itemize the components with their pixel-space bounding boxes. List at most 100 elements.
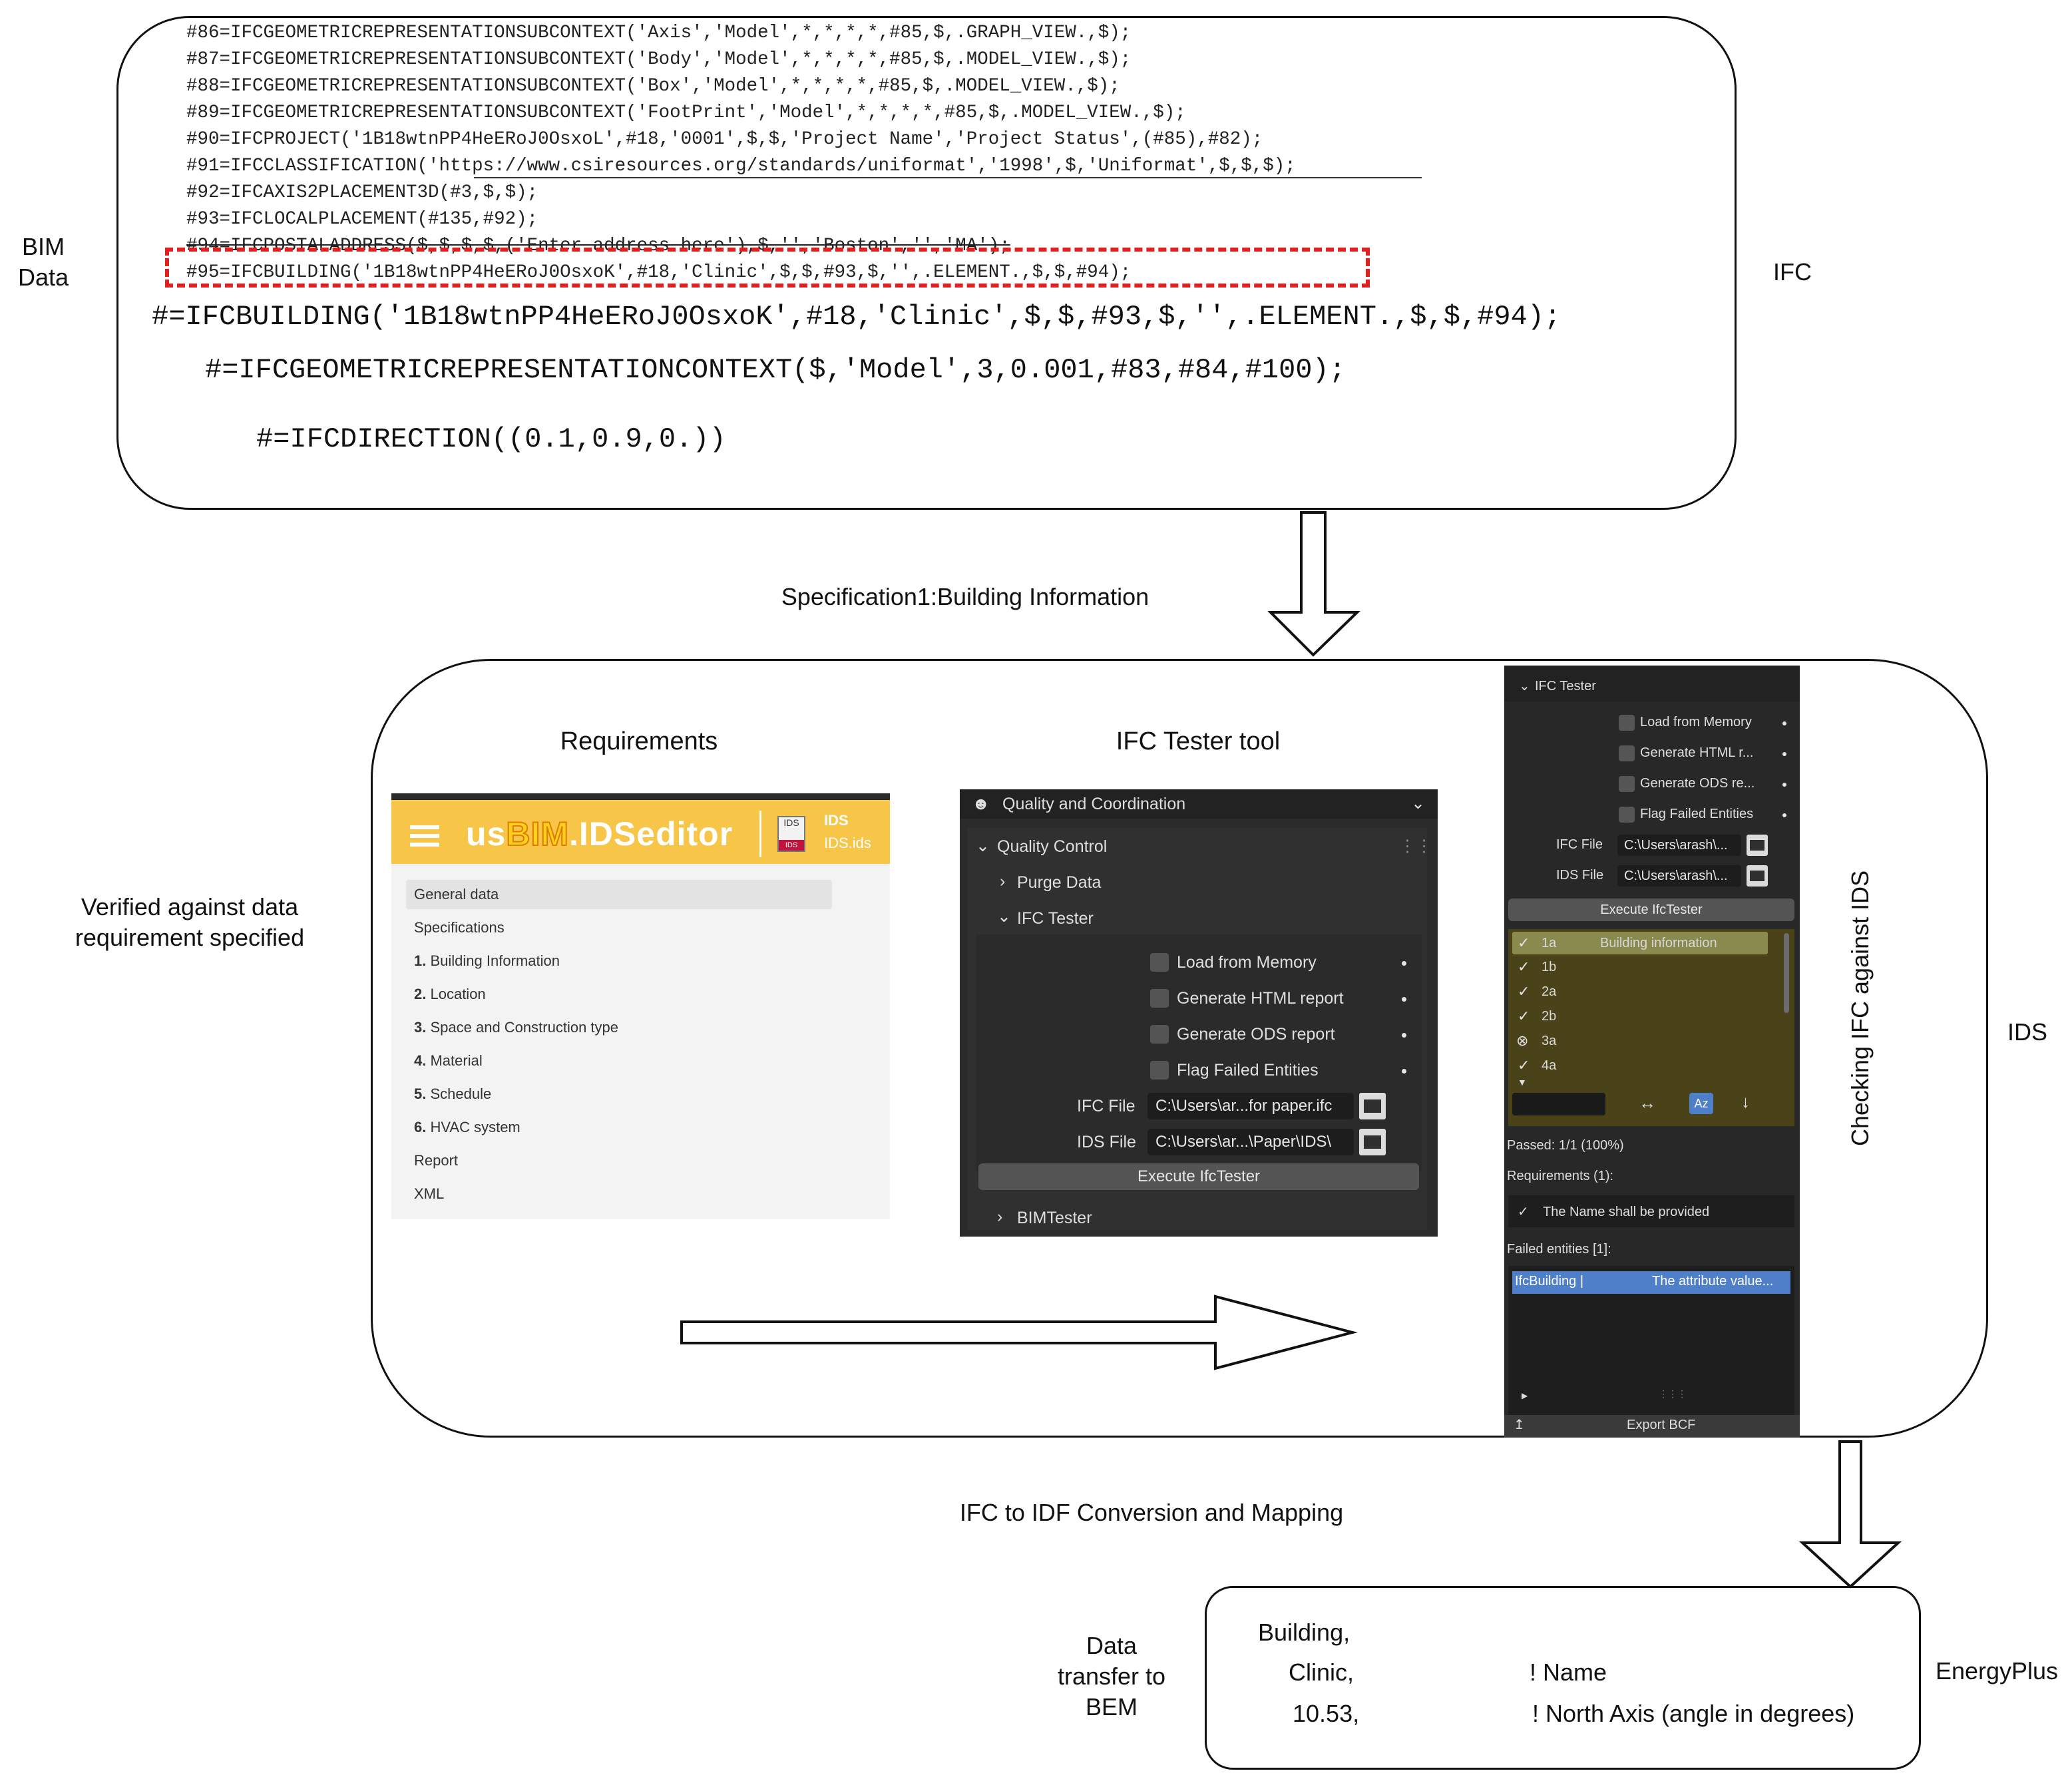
nav-label: XML — [414, 1185, 445, 1202]
load-from-memory-checkbox[interactable] — [1150, 953, 1169, 972]
nav-specifications[interactable]: Specifications — [406, 913, 832, 942]
scroll-down-arrow-icon[interactable]: ▼ — [1518, 1077, 1527, 1088]
r-generate-ods-checkbox[interactable] — [1619, 776, 1635, 792]
r-flag-failed-checkbox[interactable] — [1619, 807, 1635, 823]
nav-report[interactable]: Report — [406, 1146, 832, 1175]
passed-summary: Passed: 1/1 (100%) — [1507, 1138, 1624, 1153]
r-generate-html-checkbox[interactable] — [1619, 745, 1635, 761]
file-type: IDS — [824, 812, 849, 829]
quality-coordination-header[interactable]: Quality and Coordination — [1002, 795, 1185, 814]
quality-control-label[interactable]: Quality Control — [997, 837, 1107, 857]
failed-entity-message: The attribute value... — [1652, 1274, 1774, 1289]
ifc-building-line: #=IFCBUILDING('1B18wtnPP4HeERoJ0OsxoK',#… — [152, 301, 1561, 333]
flag-failed-label: Flag Failed Entities — [1177, 1061, 1319, 1080]
nav-label: Location — [430, 986, 486, 1002]
right-arrow — [680, 1294, 1358, 1370]
ifc-tester-section-label[interactable]: IFC Tester — [1017, 909, 1094, 928]
spec-row-1b[interactable]: ✓ 1b — [1514, 955, 1780, 979]
purge-data-chevron-icon[interactable]: › — [1000, 872, 1005, 891]
results-chevron-icon[interactable]: ⌄ — [1519, 678, 1530, 694]
spec-row-2a[interactable]: ✓ 2a — [1514, 980, 1780, 1004]
nav-material[interactable]: 4. Material — [406, 1046, 832, 1076]
spec-name: Building information — [1600, 936, 1717, 950]
ifc-file-input[interactable]: C:\Users\ar...for paper.ifc — [1147, 1093, 1354, 1119]
spec-id: 1b — [1542, 960, 1557, 974]
purge-data-label[interactable]: Purge Data — [1017, 873, 1101, 893]
spec-row-2b[interactable]: ✓ 2b — [1514, 1004, 1780, 1028]
r-load-memory-checkbox[interactable] — [1619, 715, 1635, 731]
failed-x-icon: ⊗ — [1516, 1032, 1529, 1049]
nav-label: HVAC system — [430, 1119, 520, 1135]
nav-space-construction[interactable]: 3. Space and Construction type — [406, 1013, 832, 1042]
nav-schedule[interactable]: 5. Schedule — [406, 1080, 832, 1109]
r-ids-file-input[interactable]: C:\Users\arash\... — [1617, 865, 1741, 887]
failed-entity-name: IfcBuilding | — [1515, 1274, 1584, 1289]
ifc-tester-chevron-icon[interactable]: ⌄ — [997, 906, 1011, 926]
list-scrollbar[interactable] — [1784, 933, 1789, 1013]
nav-location[interactable]: 2. Location — [406, 980, 832, 1009]
failed-list-expand-icon[interactable]: ▶ — [1522, 1391, 1528, 1400]
resize-grip-icon[interactable]: ⋮⋮⋮ — [1659, 1388, 1687, 1400]
quality-control-chevron-icon[interactable]: ⌄ — [976, 836, 990, 856]
spec-row-4a[interactable]: ✓ 4a — [1514, 1054, 1780, 1078]
drag-handle-icon[interactable]: ⋮⋮ — [1399, 836, 1432, 856]
ifc-line-92: #92=IFCAXIS2PLACEMENT3D(#3,$,$); — [186, 182, 538, 203]
swap-arrows-icon[interactable]: ↔ — [1639, 1093, 1656, 1113]
spec-row-3a[interactable]: ⊗ 3a — [1514, 1029, 1780, 1053]
ifc-file-folder-icon[interactable] — [1359, 1093, 1386, 1119]
r-ifc-file-input[interactable]: C:\Users\arash\... — [1617, 835, 1741, 856]
execute-ifctester-button[interactable]: Execute IfcTester — [978, 1163, 1419, 1190]
nav-xml[interactable]: XML — [406, 1179, 832, 1209]
results-header[interactable]: IFC Tester — [1535, 679, 1596, 694]
chevron-down-icon[interactable]: ⌄ — [1411, 793, 1425, 813]
ids-editor-header: usBIM.IDSeditor IDS IDS IDS IDS.ids — [391, 793, 890, 864]
file-icon-band: IDS — [779, 840, 804, 851]
ifc-line-87: #87=IFCGEOMETRICREPRESENTATIONSUBCONTEXT… — [186, 49, 1132, 70]
load-from-memory-label: Load from Memory — [1177, 953, 1317, 972]
nav-number: 1. — [414, 952, 427, 969]
hamburger-menu-icon[interactable] — [410, 825, 439, 829]
bimtester-label[interactable]: BIMTester — [1017, 1209, 1092, 1228]
nav-hvac-system[interactable]: 6. HVAC system — [406, 1113, 832, 1142]
r-flag-failed-label: Flag Failed Entities — [1640, 807, 1754, 821]
generate-ods-checkbox[interactable] — [1150, 1025, 1169, 1044]
bim-data-label: BIM Data — [17, 233, 69, 292]
generate-html-checkbox[interactable] — [1150, 989, 1169, 1008]
highlight-dashed-box — [165, 248, 1370, 288]
sort-down-arrow-icon[interactable]: ↓ — [1741, 1092, 1750, 1112]
nav-building-information[interactable]: 1. Building Information — [406, 946, 832, 976]
export-bcf-button[interactable]: Export BCF — [1627, 1418, 1695, 1433]
list-filter-input[interactable] — [1512, 1093, 1605, 1115]
nav-general-data[interactable]: General data — [406, 880, 832, 909]
specification-caption: Specification1:Building Information — [781, 583, 1149, 610]
r-ifc-file-label: IFC File — [1556, 837, 1603, 852]
nav-label: Report — [414, 1152, 459, 1169]
r-ids-folder-icon[interactable] — [1747, 865, 1768, 887]
file-icon-label: IDS — [783, 817, 799, 828]
sort-az-icon[interactable]: Az — [1689, 1093, 1713, 1114]
down-arrow-2 — [1798, 1440, 1902, 1589]
bimtester-chevron-icon[interactable]: › — [997, 1207, 1002, 1227]
r-dot-2 — [1782, 752, 1786, 756]
r-dot-1 — [1782, 721, 1786, 725]
r-ids-file-label: IDS File — [1556, 868, 1604, 883]
generate-ods-label: Generate ODS report — [1177, 1025, 1335, 1044]
flag-failed-checkbox[interactable] — [1150, 1061, 1169, 1080]
nav-label: Specifications — [414, 919, 505, 936]
generate-html-dot — [1402, 997, 1406, 1002]
ifc-tester-title: IFC Tester tool — [1116, 727, 1281, 755]
ifc-tester-panel: ☻ Quality and Coordination ⌄ ⌄ Quality C… — [960, 789, 1438, 1237]
r-ifc-folder-icon[interactable] — [1747, 835, 1768, 856]
ids-file-folder-icon[interactable] — [1359, 1129, 1386, 1155]
energyplus-label: EnergyPlus — [1935, 1657, 2059, 1685]
ids-file-input[interactable]: C:\Users\ar...\Paper\IDS\ — [1147, 1129, 1354, 1155]
idf-north-axis-comment: ! North Axis (angle in degrees) — [1532, 1700, 1855, 1727]
ifc-line-91: #91=IFCCLASSIFICATION('https://www.csire… — [186, 156, 1296, 176]
check-icon: ✓ — [1518, 1008, 1530, 1024]
check-icon: ✓ — [1518, 983, 1530, 1000]
requirements-count: Requirements (1): — [1507, 1169, 1614, 1183]
export-upload-icon[interactable]: ↥ — [1514, 1416, 1525, 1433]
r-execute-button[interactable]: Execute IfcTester — [1508, 898, 1794, 921]
nav-number: 2. — [414, 986, 427, 1002]
nav-label: Space and Construction type — [430, 1019, 618, 1036]
